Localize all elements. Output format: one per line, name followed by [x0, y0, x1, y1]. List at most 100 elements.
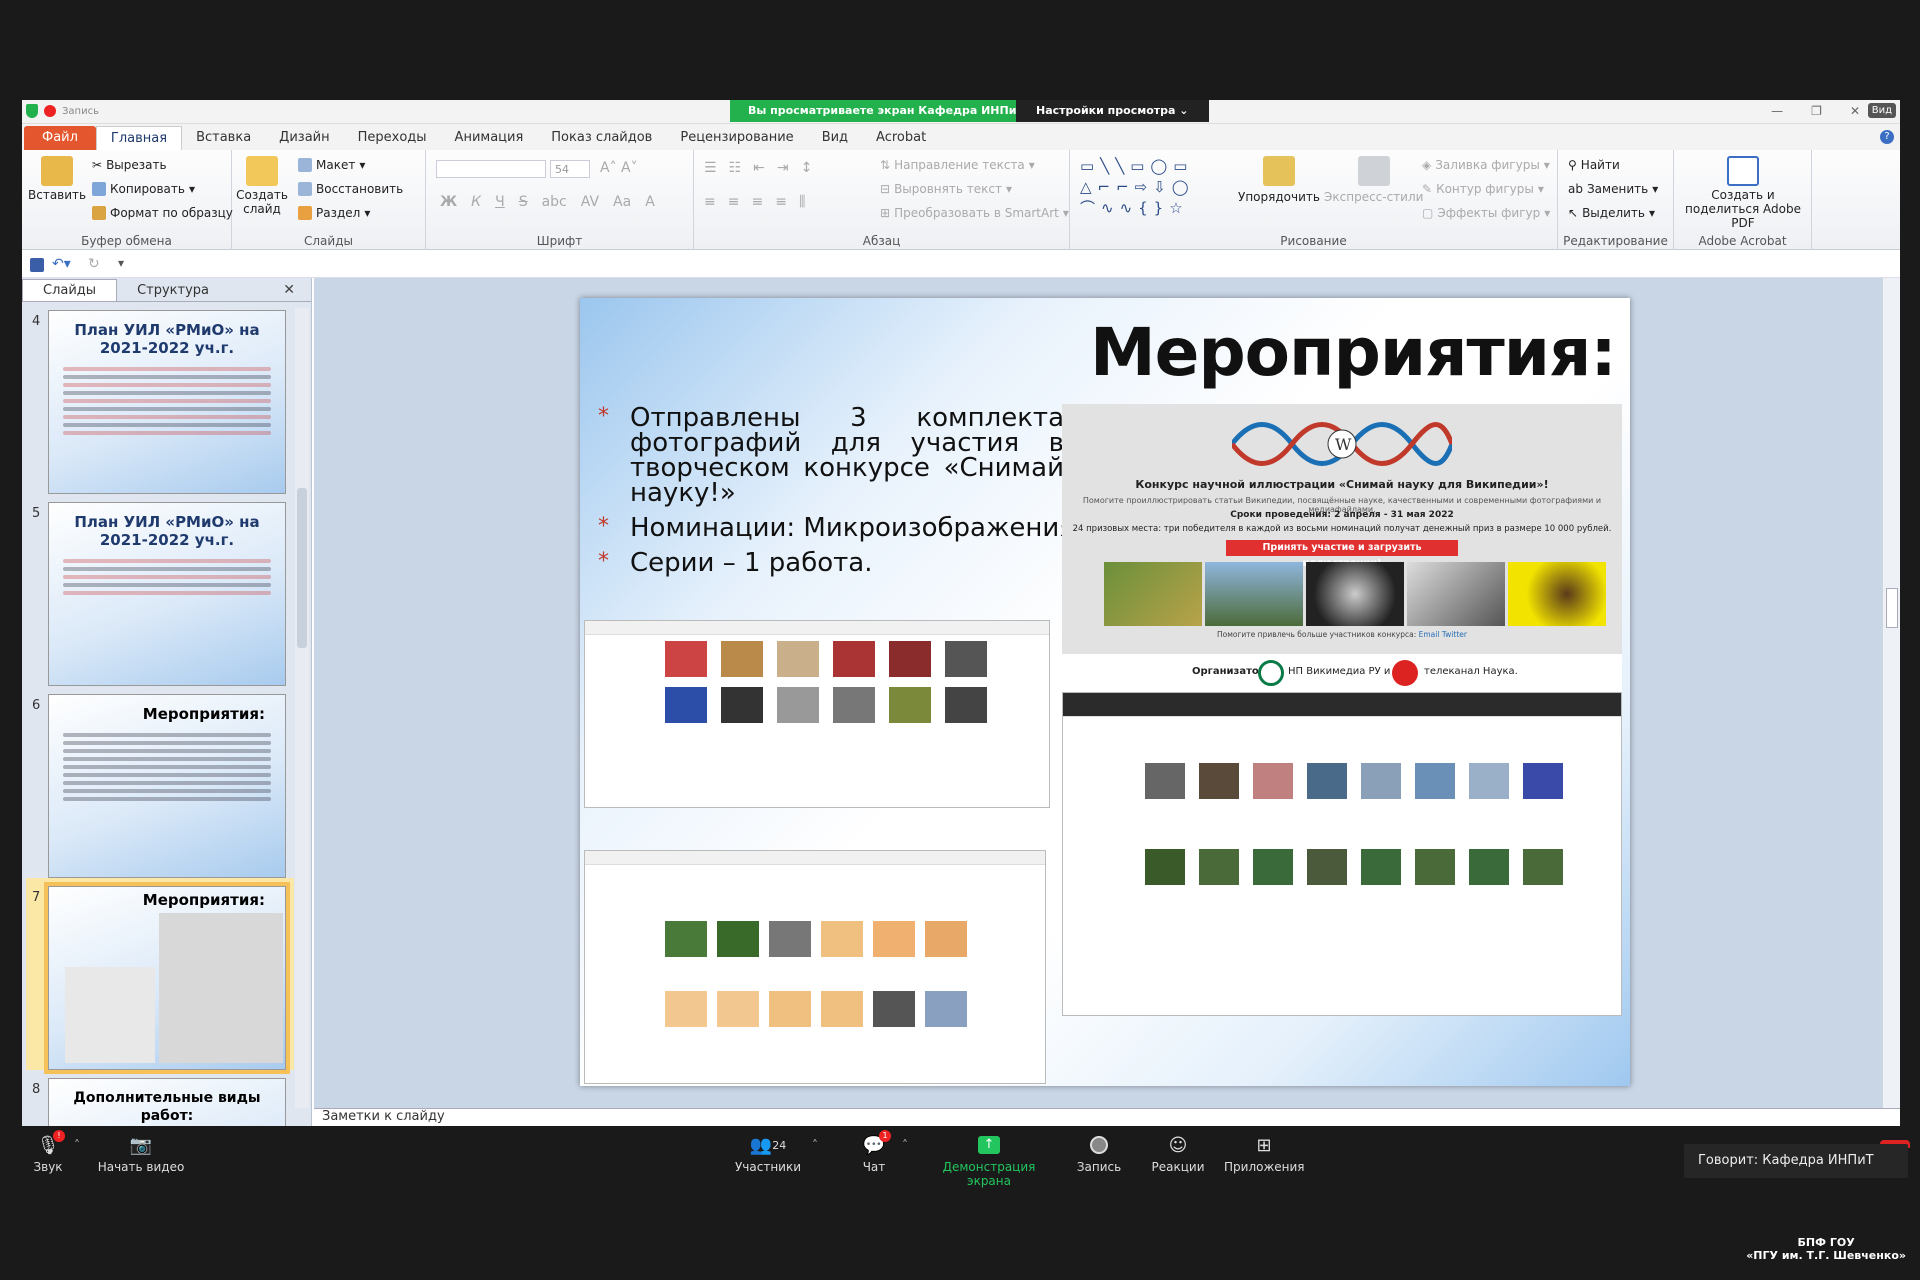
text-direction-button[interactable]: ⇅ Направление текста ▾: [880, 158, 1035, 172]
quick-styles-button[interactable]: Экспресс-стили: [1324, 156, 1423, 204]
restore-icon[interactable]: ❐: [1811, 104, 1822, 118]
view-button[interactable]: Вид: [1867, 103, 1896, 118]
create-pdf-button[interactable]: Создать и поделиться Adobe PDF: [1682, 156, 1804, 230]
alert-badge: !: [53, 1130, 65, 1142]
participants-button[interactable]: 👥 24 Участники: [732, 1134, 804, 1175]
paste-button[interactable]: Вставить: [28, 156, 86, 202]
scroll-thumb[interactable]: [1886, 588, 1898, 628]
active-speaker-label: Говорит: Кафедра ИНПиТ: [1684, 1144, 1908, 1178]
chevron-down-icon: ⌄: [1179, 104, 1189, 117]
paragraph-group-label: Абзац: [862, 234, 901, 248]
new-slide-icon: [246, 156, 278, 186]
contest-photos: [1104, 562, 1606, 626]
align-text-button[interactable]: ⊟ Выровнять текст ▾: [880, 182, 1012, 196]
tab-insert[interactable]: Вставка: [182, 126, 265, 150]
chevron-up-icon[interactable]: ˄: [74, 1138, 80, 1152]
view-settings-button[interactable]: Настройки просмотра ⌄: [1016, 100, 1209, 122]
scroll-thumb[interactable]: [297, 488, 307, 648]
slides-pane-scrollbar[interactable]: [295, 308, 309, 1108]
layout-icon: [298, 158, 312, 172]
font-group-label: Шрифт: [536, 234, 583, 248]
apps-button[interactable]: ⊞ Приложения: [1224, 1134, 1305, 1175]
help-icon[interactable]: ?: [1880, 130, 1894, 144]
pdf-share-icon: [1727, 156, 1759, 186]
tab-outline[interactable]: Структура: [117, 280, 229, 301]
replace-button[interactable]: ab Заменить ▾: [1568, 182, 1658, 196]
close-icon[interactable]: ✕: [1850, 104, 1860, 118]
reset-button[interactable]: Восстановить: [298, 182, 403, 196]
shape-fill-button[interactable]: ◈ Заливка фигуры ▾: [1422, 158, 1550, 172]
participants-label: Участники: [734, 1160, 802, 1174]
undo-icon[interactable]: ↶▾: [52, 256, 71, 272]
effects-icon: ▢: [1422, 206, 1434, 220]
shape-outline-button[interactable]: ✎ Контур фигуры ▾: [1422, 182, 1544, 196]
photo-smiley-field: [1104, 562, 1202, 626]
find-button[interactable]: ⚲ Найти: [1568, 158, 1620, 172]
list-icons[interactable]: ☰ ☷ ⇤ ⇥ ↕: [704, 160, 812, 176]
photo-virus: [1306, 562, 1404, 626]
editor-scrollbar[interactable]: [1882, 278, 1900, 1108]
slide-title[interactable]: Мероприятия:: [1090, 314, 1617, 391]
notes-pane[interactable]: Заметки к слайду: [314, 1108, 1900, 1126]
text-direction-label: Направление текста: [894, 158, 1025, 172]
format-painter-button[interactable]: Формат по образцу: [92, 206, 233, 220]
font-size-input[interactable]: 54: [550, 160, 590, 178]
reactions-button[interactable]: ☺ Реакции: [1148, 1134, 1208, 1175]
shape-effects-button[interactable]: ▢ Эффекты фигур ▾: [1422, 206, 1550, 220]
slide-thumbnail[interactable]: Мероприятия:: [48, 694, 286, 878]
tab-slideshow[interactable]: Показ слайдов: [537, 126, 666, 150]
tab-review[interactable]: Рецензирование: [666, 126, 807, 150]
smartart-icon: ⊞: [880, 206, 891, 220]
smartart-button[interactable]: ⊞ Преобразовать в SmartArt ▾: [880, 206, 1069, 220]
customize-qat-icon[interactable]: ▾: [118, 256, 124, 270]
tab-view[interactable]: Вид: [808, 126, 862, 150]
invite-text: Помогите привлечь больше участников конк…: [1217, 630, 1417, 639]
contest-banner-image[interactable]: W Конкурс научной иллюстрации «Снимай на…: [1062, 404, 1622, 654]
start-video-button[interactable]: 📷 Начать видео: [96, 1134, 186, 1175]
slide-thumbnail[interactable]: Дополнительные виды работ:: [48, 1078, 286, 1126]
organizer-2: телеканал Наука.: [1424, 666, 1518, 677]
font-format-icons[interactable]: Ж К Ч Sabc AV Aa A: [440, 194, 655, 210]
slide-thumbnail[interactable]: План УИЛ «РМиО» на 2021-2022 уч.г.: [48, 310, 286, 494]
close-icon[interactable]: ✕: [283, 282, 295, 298]
contest-title: Конкурс научной иллюстрации «Снимай наук…: [1135, 478, 1549, 491]
tab-transitions[interactable]: Переходы: [344, 126, 441, 150]
cursor-icon: ↖: [1568, 206, 1579, 220]
align-icons[interactable]: ≡ ≡ ≡ ≡ ⫼: [704, 194, 805, 210]
tab-file[interactable]: Файл: [24, 126, 96, 150]
shapes-gallery[interactable]: ▭╲╲▭◯▭ △⌐⌐⇨⇩◯ ⌒∿∿{}☆: [1080, 156, 1220, 220]
slide-thumbnail[interactable]: План УИЛ «РМиО» на 2021-2022 уч.г.: [48, 502, 286, 686]
minimize-icon[interactable]: —: [1771, 104, 1783, 118]
tab-home[interactable]: Главная: [95, 126, 183, 150]
chevron-up-icon[interactable]: ˄: [812, 1138, 818, 1152]
redo-icon[interactable]: ↻: [88, 256, 100, 272]
thumbnail-text: [63, 559, 271, 595]
nauka-logo-icon: [1392, 660, 1418, 686]
organizers-strip: Организаторы: НП Викимедиа РУ и телекана…: [1062, 654, 1622, 692]
current-slide[interactable]: Мероприятия: * Отправлены 3 комплекта фот…: [580, 298, 1630, 1086]
thumb-grid: [1145, 763, 1563, 885]
chat-button[interactable]: 💬 1 Чат: [856, 1130, 892, 1174]
copy-button[interactable]: Копировать ▾: [92, 182, 195, 196]
photo-ant: [1508, 562, 1606, 626]
tab-slides[interactable]: Слайды: [22, 279, 118, 301]
chevron-up-icon[interactable]: ˄: [902, 1138, 908, 1152]
tab-animation[interactable]: Анимация: [441, 126, 538, 150]
arrange-button[interactable]: Упорядочить: [1238, 156, 1320, 204]
save-icon[interactable]: [30, 258, 44, 272]
slide-thumbnail[interactable]: Мероприятия:: [44, 882, 290, 1074]
tab-design[interactable]: Дизайн: [265, 126, 343, 150]
audio-button[interactable]: 🎙! Звук: [28, 1130, 68, 1174]
cut-button[interactable]: ✂ Вырезать: [92, 158, 167, 172]
slide-bullets[interactable]: * Отправлены 3 комплекта фотографий для у…: [598, 404, 1238, 586]
tab-acrobat[interactable]: Acrobat: [862, 126, 940, 150]
share-screen-button[interactable]: ↑ Демонстрация экрана: [924, 1134, 1054, 1188]
layout-button[interactable]: Макет ▾: [298, 158, 365, 172]
select-button[interactable]: ↖ Выделить ▾: [1568, 206, 1655, 220]
section-button[interactable]: Раздел ▾: [298, 206, 370, 220]
record-button[interactable]: Запись: [1072, 1134, 1126, 1174]
font-grow-icon[interactable]: A˄ A˅: [600, 160, 638, 176]
ribbon-tabs: Файл Главная Вставка Дизайн Переходы Ани…: [22, 124, 1900, 150]
new-slide-button[interactable]: Создать слайд: [236, 156, 288, 216]
font-name-input[interactable]: [436, 160, 546, 178]
